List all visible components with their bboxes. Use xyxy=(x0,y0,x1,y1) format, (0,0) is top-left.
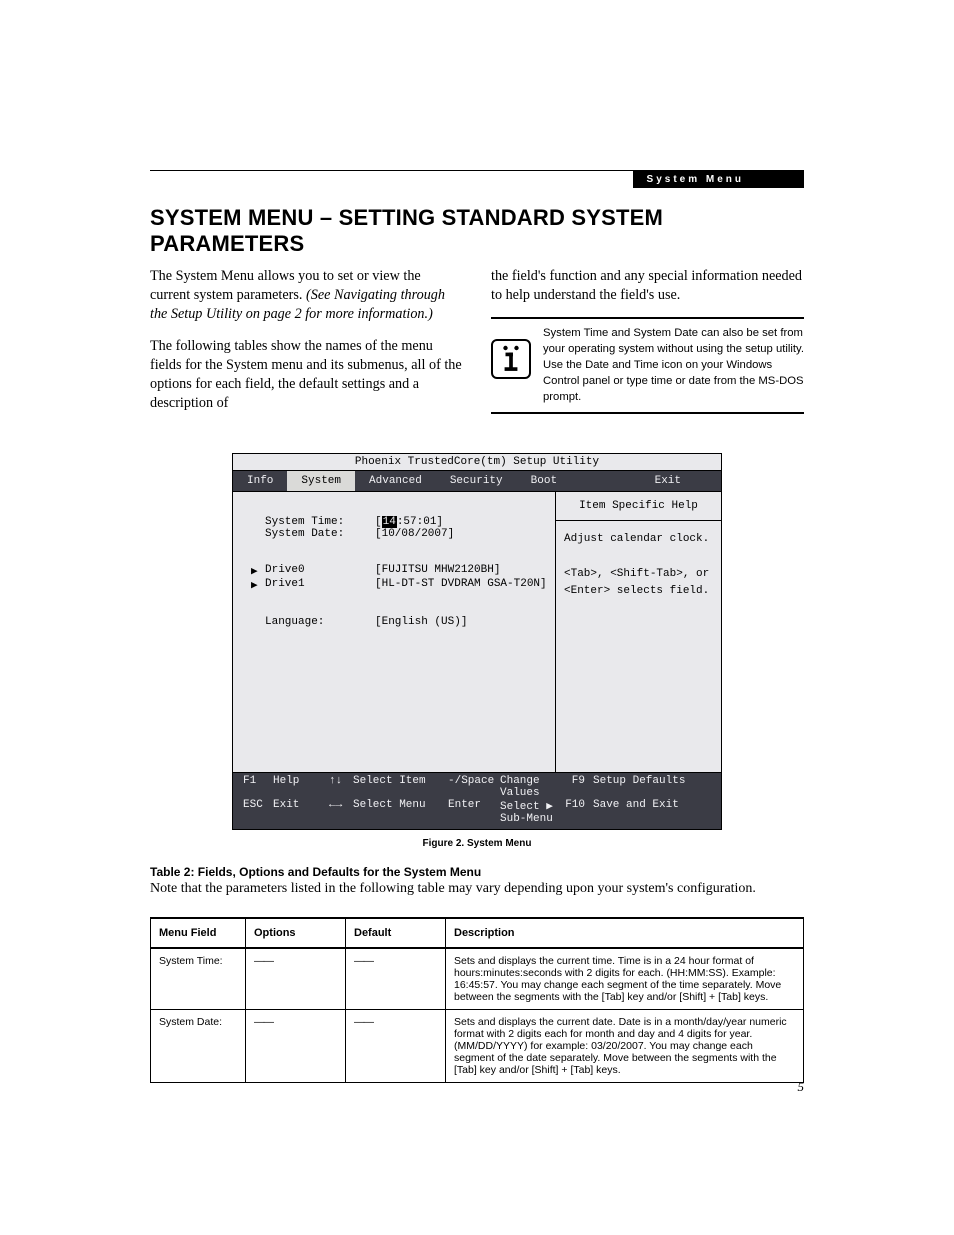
intro-col-left: The System Menu allows you to set or vie… xyxy=(150,267,463,425)
page-title: SYSTEM MENU – SETTING STANDARD SYSTEM PA… xyxy=(150,205,804,257)
info-callout: System Time and System Date can also be … xyxy=(491,317,804,413)
bios-time-label: System Time: xyxy=(265,516,375,528)
th-options: Options xyxy=(246,918,346,948)
bios-left-panel: System Time: [14:57:01] System Date: [10… xyxy=(233,492,555,772)
bios-drive1-label: Drive1 xyxy=(265,578,375,592)
bios-drive0-label: Drive0 xyxy=(265,564,375,578)
bios-key-esc-label: Exit xyxy=(273,799,329,825)
bios-date-label: System Date: xyxy=(265,528,375,540)
bios-drive1-value: [HL-DT-ST DVDRAM GSA-T20N] xyxy=(375,578,547,592)
bios-help-title: Item Specific Help xyxy=(556,492,721,521)
cell-field: System Date: xyxy=(151,1010,246,1083)
bios-drive0-value: [FUJITSU MHW2120BH] xyxy=(375,564,500,578)
cell-default: —— xyxy=(346,1010,446,1083)
submenu-caret-icon: ▶ xyxy=(251,578,265,592)
page-number: 5 xyxy=(798,1079,805,1095)
bios-date-value: [10/08/2007] xyxy=(375,528,454,540)
fields-table: Menu Field Options Default Description S… xyxy=(150,917,804,1083)
bios-lang-label: Language: xyxy=(265,616,375,628)
cell-options: —— xyxy=(246,1010,346,1083)
bios-menu-boot: Boot xyxy=(517,471,571,491)
bios-key-f10: F10 xyxy=(555,799,593,825)
intro-text-3: the field's function and any special inf… xyxy=(491,267,804,305)
bios-title: Phoenix TrustedCore(tm) Setup Utility xyxy=(233,454,721,471)
table-row: System Date: —— —— Sets and displays the… xyxy=(151,1010,804,1083)
arrows-leftright-icon: ←→ xyxy=(329,799,353,825)
header-rule: System Menu xyxy=(150,170,804,171)
arrows-updown-icon: ↑↓ xyxy=(329,775,353,799)
bios-setup-defaults-label: Setup Defaults xyxy=(593,775,711,799)
cell-default: —— xyxy=(346,948,446,1010)
bios-menu-advanced: Advanced xyxy=(355,471,436,491)
bios-key-f1-label: Help xyxy=(273,775,329,799)
th-default: Default xyxy=(346,918,446,948)
bios-time-rest: :57:01] xyxy=(397,516,443,528)
bios-save-exit-label: Save and Exit xyxy=(593,799,711,825)
th-description: Description xyxy=(446,918,804,948)
intro-col-right: the field's function and any special inf… xyxy=(491,267,804,425)
bios-change-values-label: Change Values xyxy=(500,775,555,799)
bios-time-hour: 14 xyxy=(382,516,397,528)
bios-menu-system: System xyxy=(287,471,355,491)
bios-help-panel: Item Specific Help Adjust calendar clock… xyxy=(555,492,721,772)
cell-description: Sets and displays the current time. Time… xyxy=(446,948,804,1010)
bios-select-item-label: Select Item xyxy=(353,775,448,799)
table-title: Table 2: Fields, Options and Defaults fo… xyxy=(150,865,804,879)
th-menu-field: Menu Field xyxy=(151,918,246,948)
table-note: Note that the parameters listed in the f… xyxy=(150,881,804,897)
submenu-caret-icon: ▶ xyxy=(251,564,265,578)
bios-key-f1: F1 xyxy=(243,775,273,799)
bios-key-esc: ESC xyxy=(243,799,273,825)
cell-options: —— xyxy=(246,948,346,1010)
bios-menubar: Info System Advanced Security Boot Exit xyxy=(233,471,721,492)
bios-lang-value: [English (US)] xyxy=(375,616,467,628)
cell-field: System Time: xyxy=(151,948,246,1010)
cell-description: Sets and displays the current date. Date… xyxy=(446,1010,804,1083)
section-tab: System Menu xyxy=(633,171,804,188)
intro-text-2: The following tables show the names of t… xyxy=(150,337,463,414)
bios-help-line: <Enter> selects field. xyxy=(564,583,713,600)
bios-screenshot: Phoenix TrustedCore(tm) Setup Utility In… xyxy=(232,453,722,830)
bios-key-space: -/Space xyxy=(448,775,500,799)
bios-key-f9: F9 xyxy=(555,775,593,799)
bios-menu-security: Security xyxy=(436,471,517,491)
bios-time-value: [14:57:01] xyxy=(375,516,443,528)
bios-help-line: <Tab>, <Shift-Tab>, or xyxy=(564,566,713,583)
bios-menu-info: Info xyxy=(233,471,287,491)
bios-help-line: Adjust calendar clock. xyxy=(564,531,713,548)
bios-key-enter: Enter xyxy=(448,799,500,825)
info-icon xyxy=(491,339,531,379)
bios-menu-exit: Exit xyxy=(641,471,721,491)
bios-select-menu-label: Select Menu xyxy=(353,799,448,825)
info-callout-text: System Time and System Date can also be … xyxy=(543,325,804,405)
table-row: System Time: —— —— Sets and displays the… xyxy=(151,948,804,1010)
bios-footer: F1 Help ↑↓ Select Item -/Space Change Va… xyxy=(233,772,721,829)
bios-submenu-label: Select ▶ Sub-Menu xyxy=(500,799,555,825)
figure-caption: Figure 2. System Menu xyxy=(150,838,804,849)
